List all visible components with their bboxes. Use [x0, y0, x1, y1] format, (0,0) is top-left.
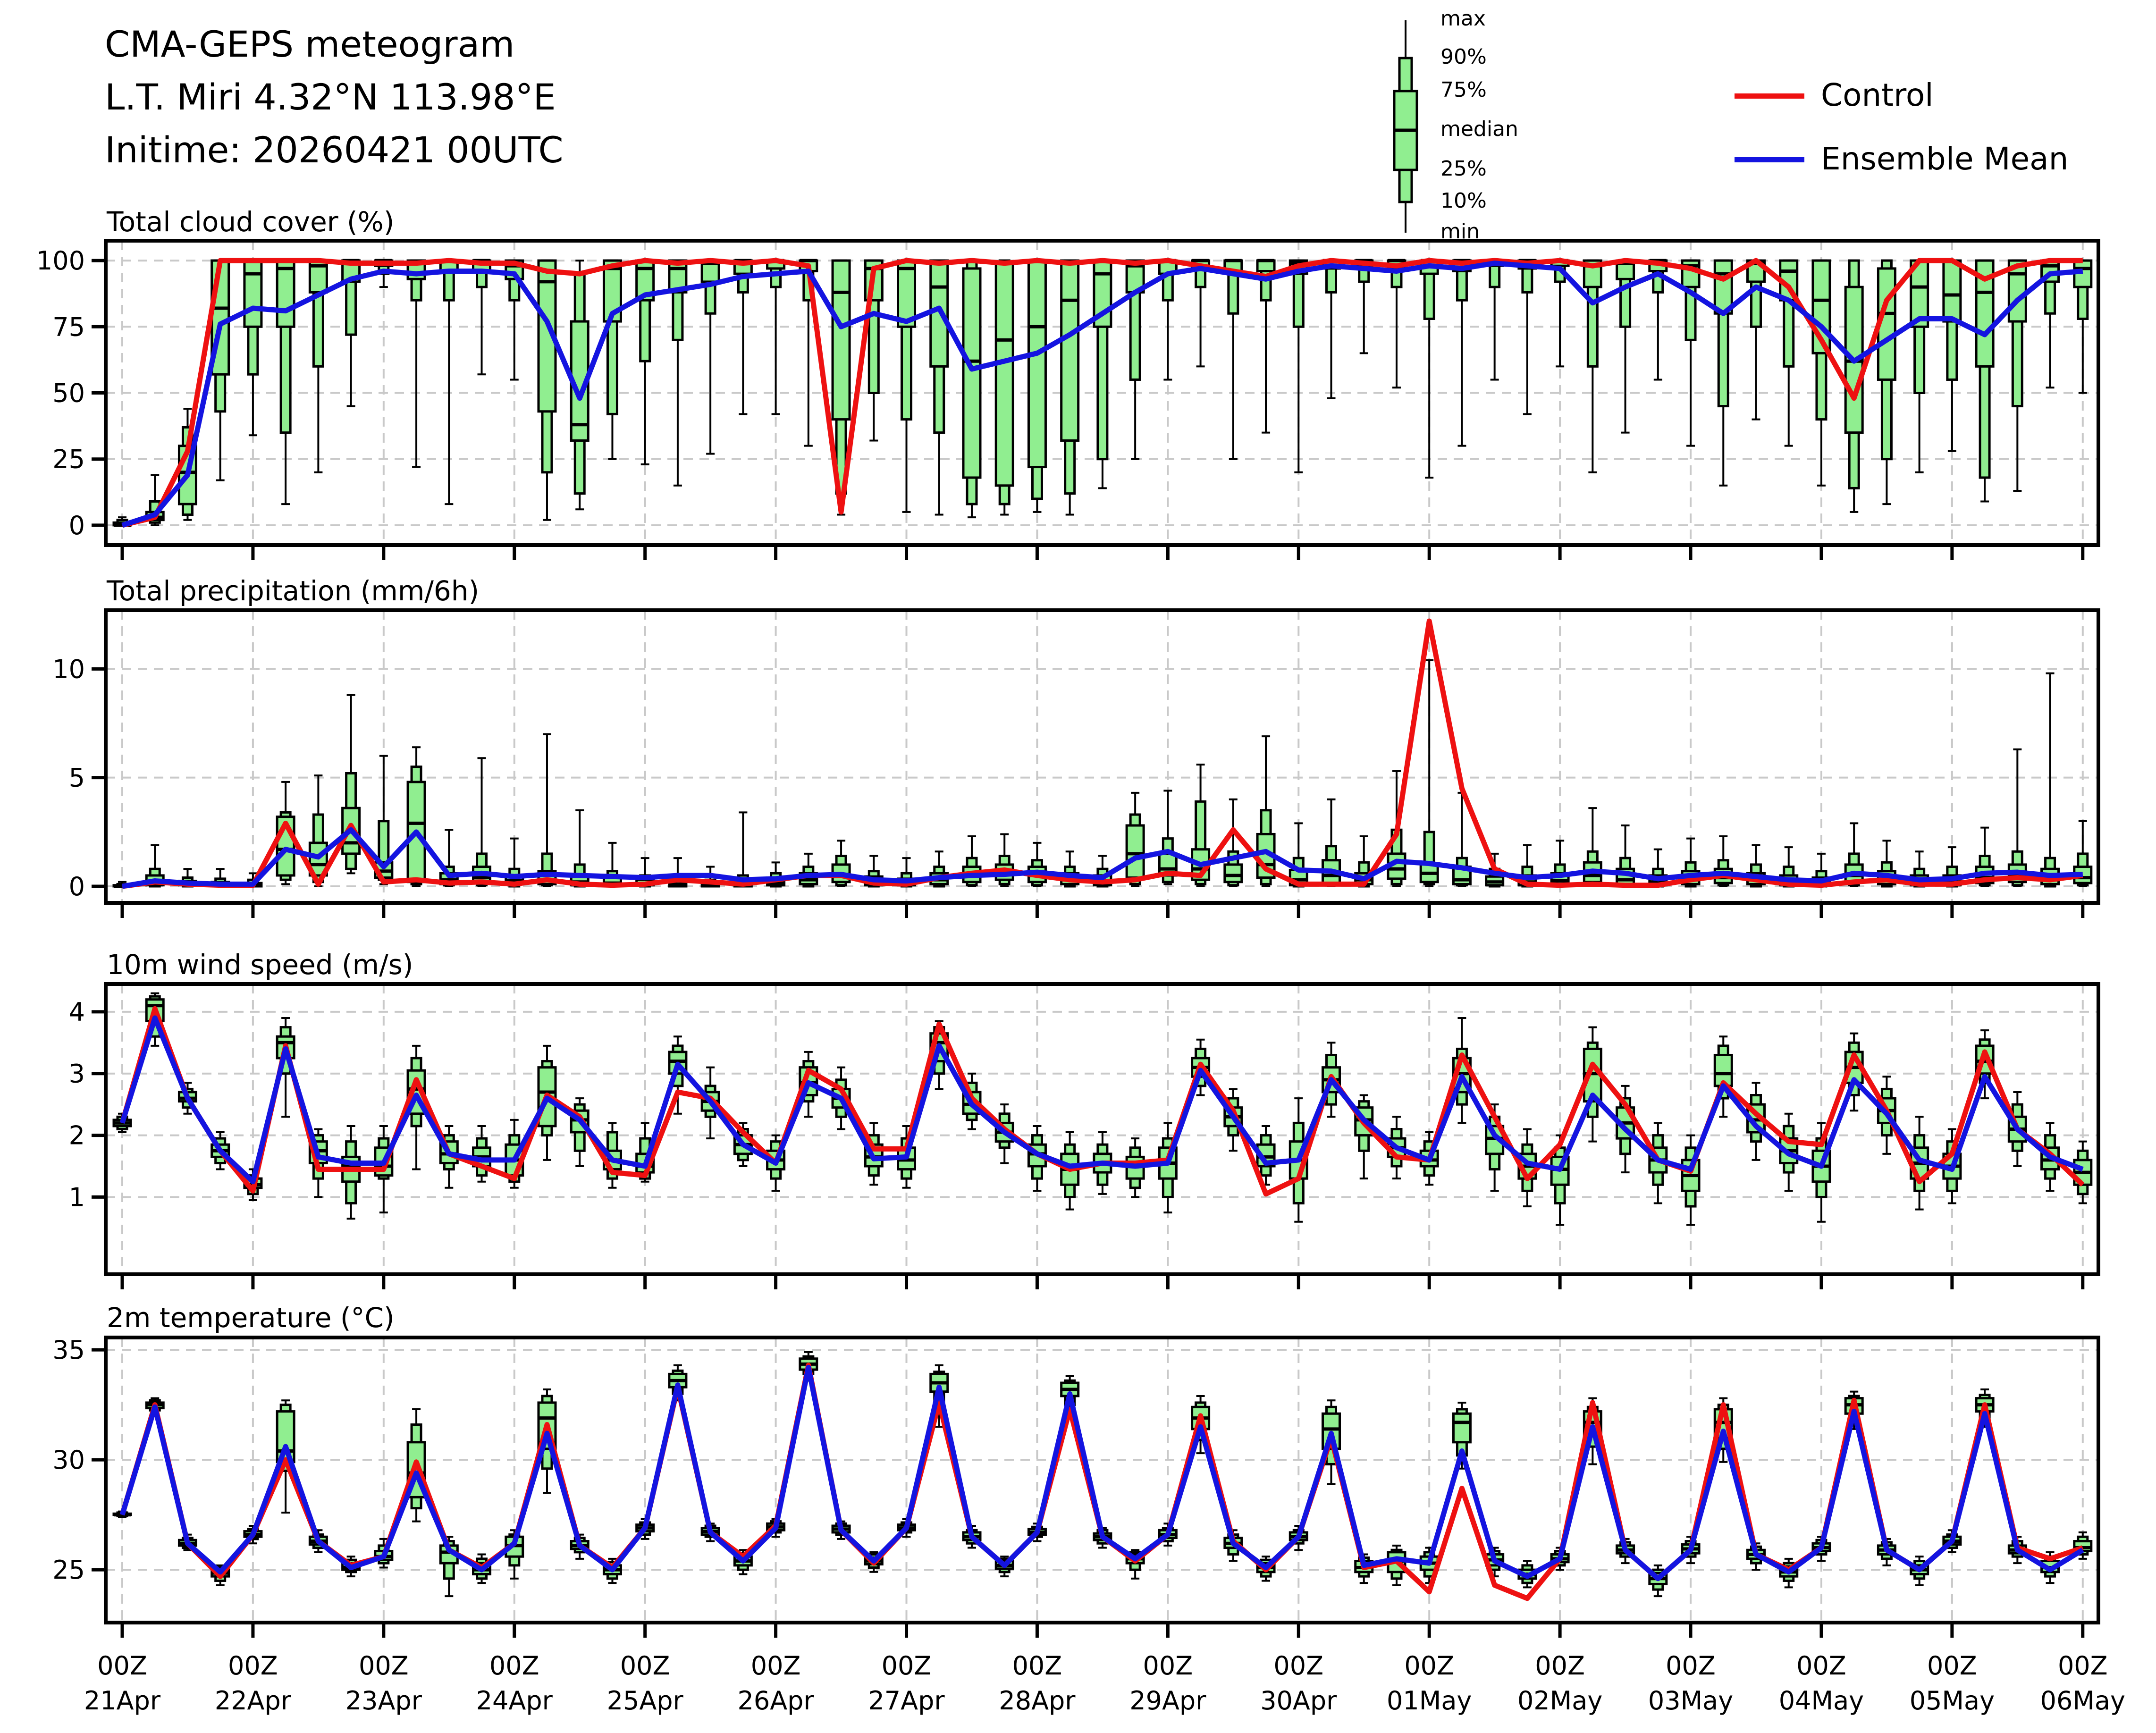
panel-0-plot: 0 25 50 75 100 — [36, 241, 2098, 560]
meteogram-figure: CMA-GEPS meteogram L.T. Miri 4.32°N 113.… — [0, 0, 2156, 1733]
svg-text:00Z: 00Z — [228, 1651, 278, 1681]
svg-text:02May: 02May — [1517, 1686, 1602, 1716]
panel-3-plot: 25 30 35 — [52, 1335, 2098, 1638]
panel-2-plot: 1 2 3 4 — [69, 984, 2098, 1289]
svg-text:2: 2 — [69, 1121, 85, 1151]
svg-text:0: 0 — [69, 872, 85, 901]
svg-text:01May: 01May — [1387, 1686, 1472, 1716]
svg-text:00Z: 00Z — [1273, 1651, 1323, 1681]
svg-text:28Apr: 28Apr — [999, 1686, 1076, 1716]
svg-text:4: 4 — [69, 997, 85, 1027]
svg-text:5: 5 — [69, 763, 85, 793]
svg-text:00Z: 00Z — [1143, 1651, 1193, 1681]
svg-text:00Z: 00Z — [1012, 1651, 1062, 1681]
svg-text:24Apr: 24Apr — [476, 1686, 553, 1716]
svg-text:00Z: 00Z — [2058, 1651, 2108, 1681]
svg-text:25: 25 — [52, 445, 85, 474]
svg-text:06May: 06May — [2040, 1686, 2125, 1716]
svg-text:00Z: 00Z — [882, 1651, 932, 1681]
svg-text:00Z: 00Z — [1535, 1651, 1585, 1681]
svg-text:50: 50 — [52, 379, 85, 408]
svg-text:75: 75 — [52, 312, 85, 342]
svg-text:29Apr: 29Apr — [1129, 1686, 1206, 1716]
svg-text:23Apr: 23Apr — [345, 1686, 422, 1716]
svg-text:22Apr: 22Apr — [215, 1686, 292, 1716]
panel-1-plot: 0 5 10 — [52, 610, 2098, 918]
svg-text:3: 3 — [69, 1059, 85, 1089]
panel-1-boxplots — [114, 660, 2091, 886]
svg-text:25Apr: 25Apr — [607, 1686, 684, 1716]
svg-text:100: 100 — [36, 246, 85, 276]
svg-text:00Z: 00Z — [359, 1651, 409, 1681]
svg-text:00Z: 00Z — [620, 1651, 670, 1681]
svg-text:00Z: 00Z — [489, 1651, 539, 1681]
x-axis-labels: 00Z 21Apr 00Z 22Apr 00Z 23Apr 00Z 24Apr 00Z 25Apr… — [84, 1651, 2125, 1716]
svg-text:00Z: 00Z — [1796, 1651, 1846, 1681]
chart-canvas: 0 25 50 75 100 0 5 10 1 2 3 4 25 30 35 00Z 21Apr 00Z 22Apr… — [0, 0, 2156, 1733]
svg-text:00Z: 00Z — [751, 1651, 801, 1681]
svg-text:04May: 04May — [1779, 1686, 1864, 1716]
svg-text:00Z: 00Z — [1404, 1651, 1454, 1681]
svg-text:26Apr: 26Apr — [738, 1686, 815, 1716]
svg-text:00Z: 00Z — [97, 1651, 147, 1681]
svg-text:35: 35 — [52, 1335, 85, 1365]
svg-text:30: 30 — [52, 1445, 85, 1475]
svg-text:10: 10 — [52, 654, 85, 684]
svg-text:1: 1 — [69, 1182, 85, 1212]
svg-text:0: 0 — [69, 511, 85, 540]
svg-text:00Z: 00Z — [1927, 1651, 1977, 1681]
svg-text:21Apr: 21Apr — [84, 1686, 161, 1716]
svg-text:27Apr: 27Apr — [868, 1686, 945, 1716]
svg-text:25: 25 — [52, 1555, 85, 1585]
svg-text:03May: 03May — [1648, 1686, 1733, 1716]
svg-text:30Apr: 30Apr — [1260, 1686, 1337, 1716]
svg-text:05May: 05May — [1910, 1686, 1995, 1716]
svg-text:00Z: 00Z — [1666, 1651, 1716, 1681]
